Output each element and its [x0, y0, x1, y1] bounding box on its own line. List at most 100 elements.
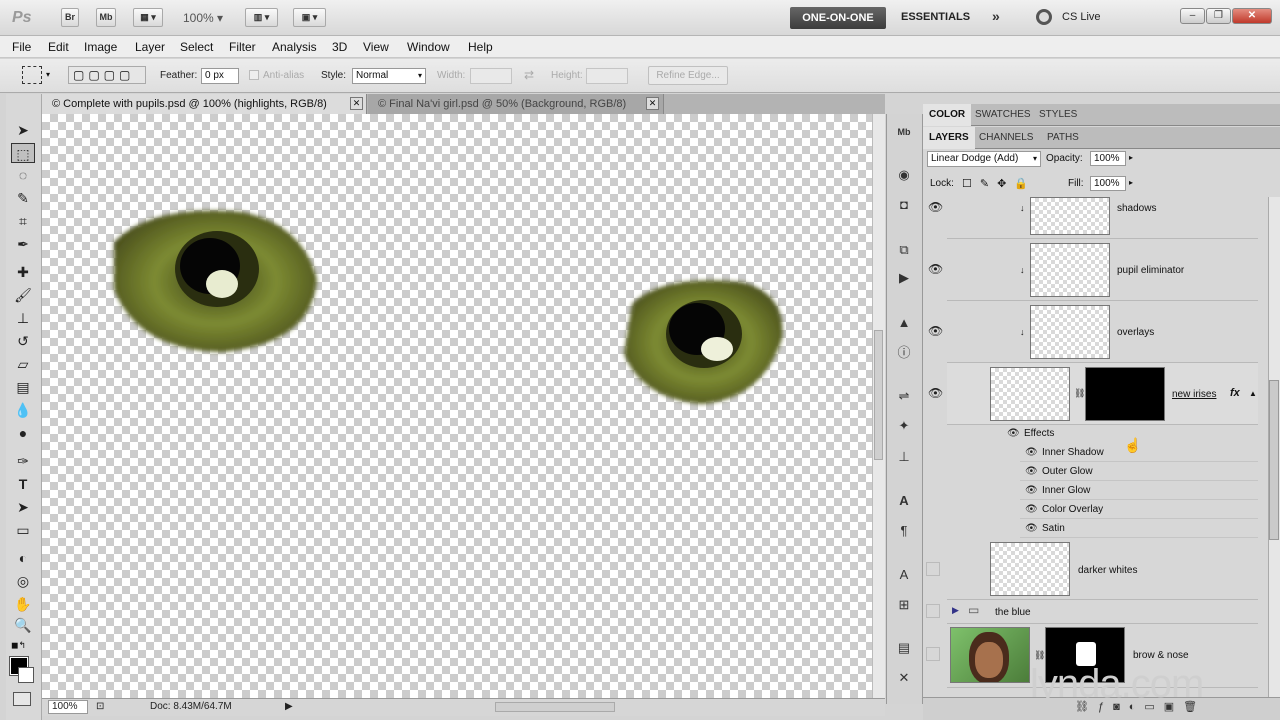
visibility-toggle-empty[interactable] [926, 562, 940, 576]
hand-tool-icon[interactable]: ✋ [11, 594, 35, 614]
visibility-toggle-empty[interactable] [926, 604, 940, 618]
effect-name[interactable]: Outer Glow [1042, 466, 1093, 477]
effect-eye-icon[interactable]: 👁 [1025, 504, 1038, 515]
lasso-tool-icon[interactable]: ◌ [11, 165, 35, 185]
effect-name[interactable]: Inner Shadow [1042, 447, 1104, 458]
menu-help[interactable]: Help [468, 40, 493, 54]
feather-input[interactable]: 0 px [201, 68, 239, 84]
pen-tool-icon[interactable]: ✑ [11, 451, 35, 471]
crop-tool-icon[interactable]: ⌗ [11, 211, 35, 231]
menu-view[interactable]: View [363, 40, 389, 54]
restore-button[interactable]: ❐ [1206, 8, 1231, 24]
menu-analysis[interactable]: Analysis [272, 40, 317, 54]
clone-source-panel-icon[interactable]: ⊞ [893, 595, 915, 615]
layer-name[interactable]: darker whites [1078, 565, 1137, 576]
effect-eye-icon[interactable]: 👁 [1025, 485, 1038, 496]
brush-tool-icon[interactable]: 🖌 [11, 285, 35, 305]
zoom-tool-icon[interactable]: 🔍 [11, 615, 35, 635]
type-tool-icon[interactable]: T [11, 474, 35, 494]
minibridge-panel-icon[interactable]: Mb [893, 122, 915, 142]
blend-mode-select[interactable]: Linear Dodge (Add) ▾ [927, 151, 1041, 167]
selection-mode-icons[interactable]: ▢▢▢▢ [68, 66, 146, 84]
opacity-input[interactable]: 100% [1090, 151, 1126, 166]
rectangle-tool-icon[interactable]: ▭ [11, 520, 35, 540]
arrange-documents-button[interactable]: ▥ ▾ [245, 8, 278, 27]
effect-eye-icon[interactable]: 👁 [1025, 523, 1038, 534]
tab-styles[interactable]: STYLES [1033, 104, 1083, 126]
swap-icon[interactable]: ⇄ [524, 68, 534, 82]
dodge-tool-icon[interactable]: ● [11, 423, 35, 443]
cslive-button[interactable]: CS Live [1062, 11, 1101, 23]
layer-group-name[interactable]: the blue [995, 607, 1031, 618]
layer-name[interactable]: overlays [1117, 327, 1154, 338]
eraser-tool-icon[interactable]: ▱ [11, 354, 35, 374]
history-brush-tool-icon[interactable]: ↺ [11, 331, 35, 351]
screen-mode-button[interactable]: ▣ ▾ [293, 8, 326, 27]
tab-complete-with-pupils[interactable]: © Complete with pupils.psd @ 100% (highl… [42, 94, 367, 114]
tab-swatches[interactable]: SWATCHES [969, 104, 1037, 126]
close-tab-icon[interactable]: ✕ [350, 97, 363, 110]
style-select[interactable]: Normal ▾ [352, 68, 426, 84]
height-input[interactable] [586, 68, 628, 84]
tab-layers[interactable]: LAYERS [923, 127, 975, 149]
collapse-effects-arrow[interactable]: ▲ [1249, 389, 1257, 398]
quick-selection-tool-icon[interactable]: ✎ [11, 188, 35, 208]
zoom-level-menu[interactable]: 100% ▾ [183, 11, 223, 25]
info-panel-icon[interactable]: ⓘ [893, 343, 915, 363]
rectangular-marquee-tool-icon[interactable]: ⬚ [11, 143, 35, 163]
menu-file[interactable]: File [12, 40, 31, 54]
tab-paths[interactable]: PATHS [1041, 127, 1085, 149]
chevron-down-icon[interactable]: ▾ [46, 70, 50, 79]
3d-panel-icon[interactable]: ✕ [893, 668, 915, 688]
workspace-more-button[interactable]: » [992, 8, 1000, 24]
workspace-essentials-button[interactable]: ESSENTIALS [901, 11, 970, 23]
path-selection-tool-icon[interactable]: ➤ [11, 497, 35, 517]
link-chain-icon[interactable]: ⛓ [1074, 388, 1085, 399]
notes-panel-icon[interactable]: ▤ [893, 638, 915, 658]
menu-select[interactable]: Select [180, 40, 213, 54]
adjustments-panel-icon[interactable]: ⇌ [893, 386, 915, 406]
tab-final-navi-girl[interactable]: © Final Na'vi girl.psd @ 50% (Background… [368, 94, 664, 114]
tab-color[interactable]: COLOR [923, 104, 972, 126]
3d-orbit-tool-icon[interactable]: ◎ [11, 571, 35, 591]
zoom-status-field[interactable]: 100% [48, 700, 88, 714]
navigator-panel-icon[interactable]: ◉ [893, 165, 915, 185]
menu-window[interactable]: Window [407, 40, 450, 54]
menu-layer[interactable]: Layer [135, 40, 165, 54]
width-input[interactable] [470, 68, 512, 84]
link-chain-icon[interactable]: ⛓ [1034, 650, 1045, 661]
background-color-swatch[interactable] [18, 667, 34, 683]
expand-group-arrow[interactable]: ▶ [952, 605, 959, 616]
tab-channels[interactable]: CHANNELS [973, 127, 1039, 149]
marquee-preset-icon[interactable] [22, 66, 42, 84]
layers-scroll-thumb[interactable] [1269, 380, 1279, 540]
effect-name[interactable]: Satin [1042, 523, 1065, 534]
bridge-button[interactable]: Br [61, 8, 79, 27]
histogram-panel-icon[interactable]: ◘ [893, 195, 915, 215]
refine-edge-button[interactable]: Refine Edge... [648, 66, 728, 85]
minimize-button[interactable]: – [1180, 8, 1205, 24]
3d-rotate-tool-icon[interactable]: ◐ [11, 548, 35, 568]
status-menu-arrow[interactable]: ▶ [285, 701, 293, 712]
visibility-eye-icon[interactable]: 👁 [928, 200, 943, 214]
visibility-eye-icon[interactable]: 👁 [928, 262, 943, 276]
workspace-one-on-one-button[interactable]: ONE-ON-ONE [790, 7, 886, 29]
layer-group-row[interactable] [947, 600, 1258, 624]
effect-name[interactable]: Inner Glow [1042, 485, 1090, 496]
view-extras-button[interactable]: ▦ ▾ [133, 8, 163, 27]
canvas-vertical-scroll-thumb[interactable] [874, 330, 883, 460]
move-tool-icon[interactable]: ➤ [11, 120, 35, 140]
quick-mask-icon[interactable] [13, 692, 31, 706]
effect-name[interactable]: Color Overlay [1042, 504, 1103, 515]
effect-eye-icon[interactable]: 👁 [1025, 447, 1038, 458]
visibility-toggle-empty[interactable] [926, 647, 940, 661]
paragraph-panel-icon[interactable]: ¶ [893, 521, 915, 541]
antialias-checkbox[interactable] [249, 70, 259, 80]
default-colors-icon[interactable]: ◼↰ [11, 640, 26, 651]
info-image-panel-icon[interactable]: ▲ [893, 313, 915, 333]
healing-brush-tool-icon[interactable]: ✚ [11, 262, 35, 282]
menu-edit[interactable]: Edit [48, 40, 69, 54]
visibility-eye-icon[interactable]: 👁 [928, 386, 943, 400]
visibility-eye-icon[interactable]: 👁 [928, 324, 943, 338]
canvas-horizontal-scroll-thumb[interactable] [495, 702, 615, 712]
